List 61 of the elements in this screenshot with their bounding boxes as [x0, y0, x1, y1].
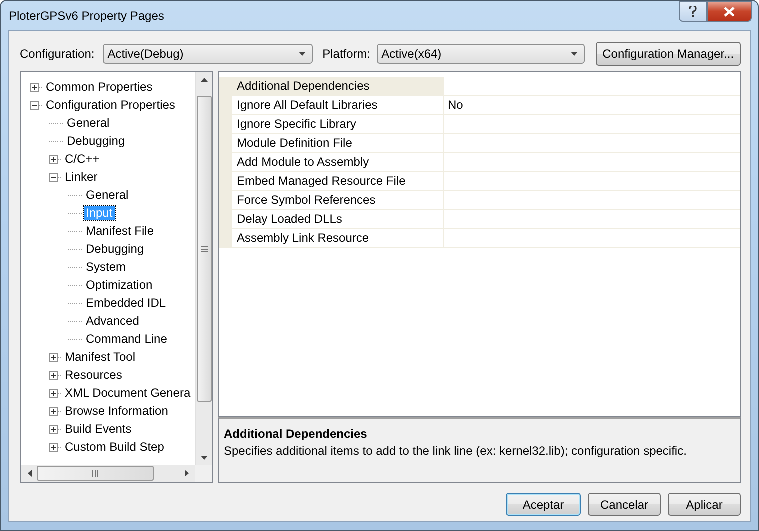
window-title: PloterGPSv6 Property Pages: [9, 8, 166, 22]
vertical-scrollbar[interactable]: [195, 72, 212, 465]
tree-item[interactable]: Debugging: [84, 242, 146, 256]
expand-icon[interactable]: [49, 424, 58, 434]
expand-icon[interactable]: [49, 442, 58, 452]
collapse-icon[interactable]: [30, 100, 39, 110]
property-value[interactable]: No: [443, 96, 740, 115]
scroll-right-icon[interactable]: [184, 470, 190, 477]
scroll-thumb[interactable]: [37, 466, 154, 481]
horizontal-scrollbar[interactable]: [21, 465, 195, 482]
configuration-manager-button[interactable]: Configuration Manager...: [596, 42, 742, 66]
scroll-left-icon[interactable]: [26, 470, 32, 477]
tree-item[interactable]: XML Document Genera: [63, 386, 193, 400]
expand-icon[interactable]: [30, 82, 39, 92]
tree-item[interactable]: Manifest File: [84, 224, 156, 238]
selector-label: Platform:: [322, 47, 371, 61]
dialog-button[interactable]: Aceptar: [506, 493, 581, 516]
tree-item[interactable]: Command Line: [84, 332, 170, 346]
tree-item[interactable]: Custom Build Step: [63, 440, 166, 454]
tree-item[interactable]: Common Properties: [44, 80, 155, 94]
dropdown[interactable]: Active(Debug): [102, 44, 313, 64]
tree-item[interactable]: Browse Information: [63, 404, 170, 418]
expand-icon[interactable]: [49, 388, 58, 398]
tree-item[interactable]: Optimization: [84, 278, 155, 292]
tree-item[interactable]: C/C++: [63, 152, 102, 166]
dropdown-arrow-icon[interactable]: [570, 52, 578, 56]
expand-icon[interactable]: [49, 352, 58, 362]
description-text: Specifies additional items to add to the link line (ex: kernel32.lib); configuration specific.: [224, 444, 688, 458]
close-button[interactable]: [707, 1, 752, 22]
tree-item[interactable]: Embedded IDL: [84, 296, 168, 310]
tree-item[interactable]: Manifest Tool: [63, 350, 138, 364]
property-name[interactable]: Additional Dependencies: [232, 77, 443, 96]
grip-icon: [200, 246, 208, 252]
expand-icon[interactable]: [49, 154, 58, 164]
scroll-thumb[interactable]: [196, 96, 212, 402]
tree-item[interactable]: Linker: [63, 170, 100, 184]
tree-item[interactable]: Resources: [63, 368, 124, 382]
scrollbar-corner: [195, 465, 212, 482]
dropdown[interactable]: Active(x64): [376, 44, 585, 64]
description-title: Additional Dependencies: [224, 427, 368, 441]
scroll-down-icon[interactable]: [200, 456, 208, 460]
dialog-button[interactable]: Aplicar: [668, 493, 741, 516]
dropdown-arrow-icon[interactable]: [298, 52, 306, 56]
row-header: [219, 229, 232, 248]
tree-item[interactable]: Build Events: [63, 422, 134, 436]
tree-item[interactable]: General: [65, 116, 112, 130]
selector-label: Configuration:: [20, 47, 95, 61]
tree-item[interactable]: Configuration Properties: [44, 98, 178, 112]
tree-item[interactable]: Debugging: [65, 134, 128, 148]
tree-item[interactable]: System: [84, 260, 128, 274]
scroll-up-icon[interactable]: [200, 76, 208, 82]
collapse-icon[interactable]: [49, 172, 58, 182]
help-icon: [689, 6, 697, 17]
grip-icon: [92, 470, 99, 477]
dialog-button[interactable]: Cancelar: [588, 493, 661, 516]
close-icon: [724, 6, 735, 16]
help-button[interactable]: [679, 1, 707, 22]
tree-item[interactable]: General: [84, 188, 131, 202]
expand-icon[interactable]: [49, 370, 58, 380]
expand-icon[interactable]: [49, 406, 58, 416]
tree-item[interactable]: Advanced: [84, 314, 142, 328]
